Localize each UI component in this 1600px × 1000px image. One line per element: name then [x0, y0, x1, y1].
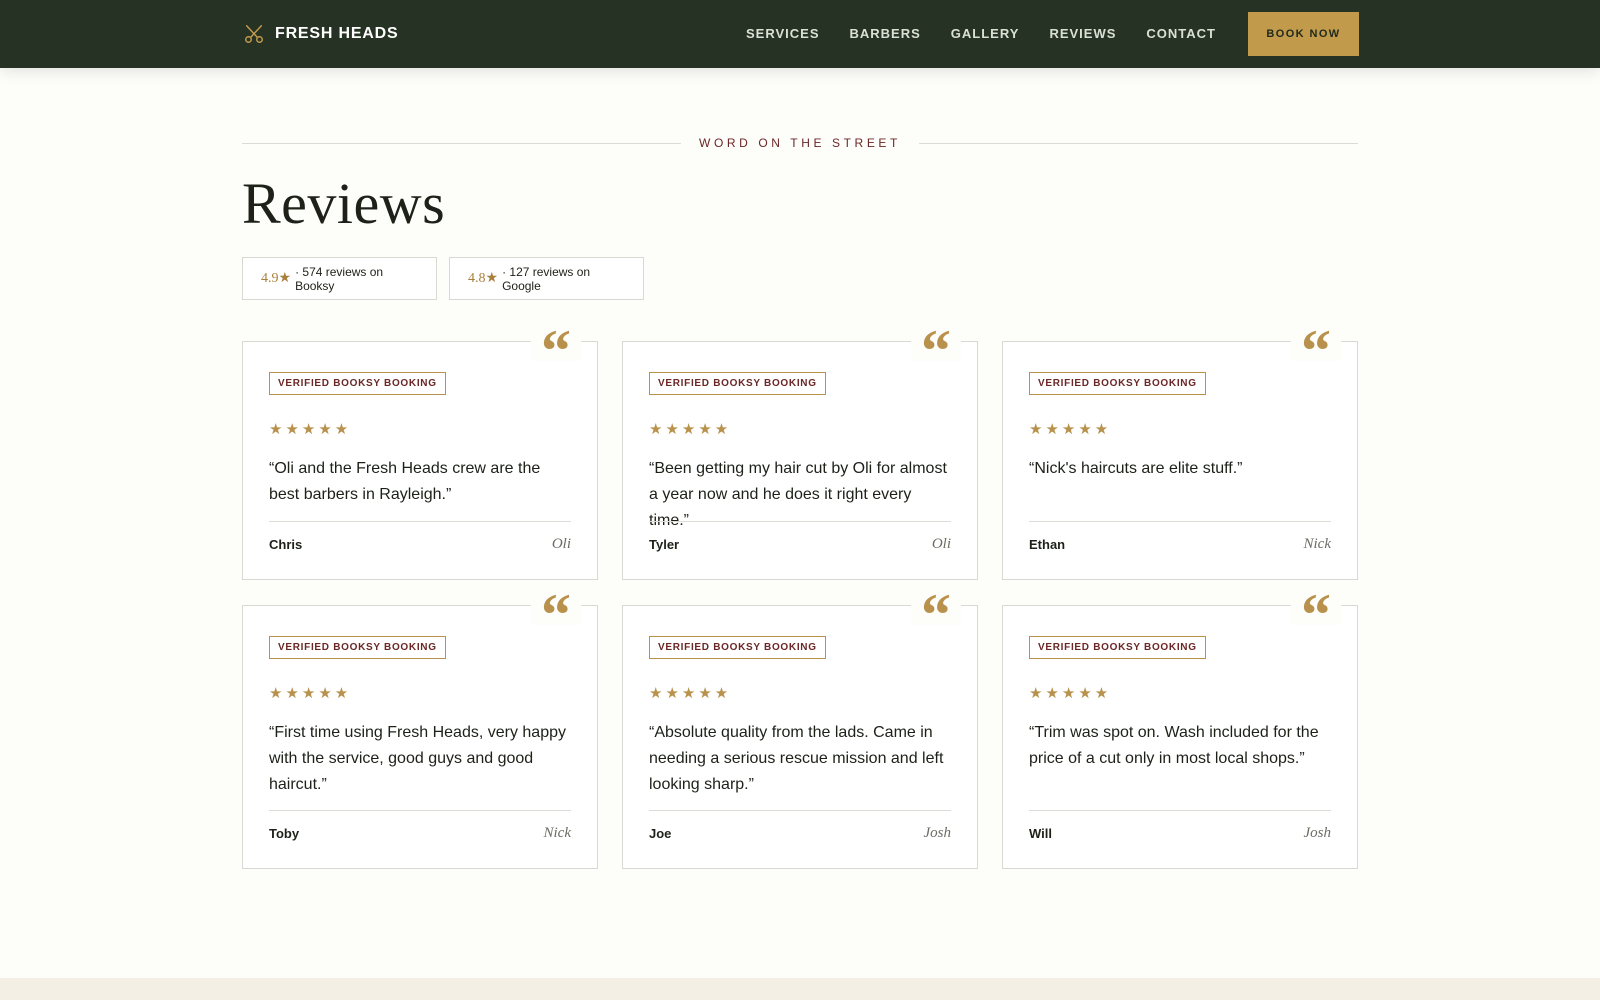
review-footer: Ethan Nick: [1029, 521, 1331, 553]
scissors-icon: [245, 25, 263, 43]
nav-link-services[interactable]: SERVICES: [746, 26, 820, 41]
book-now-button[interactable]: BOOK NOW: [1248, 12, 1359, 56]
star-rating: ★★★★★: [1029, 420, 1112, 438]
nav-link-gallery[interactable]: GALLERY: [951, 26, 1020, 41]
review-card: “ VERIFIED BOOKSY BOOKING ★★★★★ “Nick's …: [1002, 321, 1358, 580]
review-footer: Toby Nick: [269, 810, 571, 842]
rating-text: · 127 reviews on Google: [502, 264, 591, 293]
brand-logo[interactable]: FRESH HEADS: [243, 20, 398, 48]
reviewer-name: Toby: [269, 826, 300, 841]
rating-booksy[interactable]: 4.9★ · 574 reviews on Booksy: [242, 257, 437, 300]
review-text: “First time using Fresh Heads, very happ…: [269, 724, 566, 793]
barber-name: Nick: [1303, 536, 1332, 552]
review-footer: Joe Josh: [649, 810, 951, 842]
section-eyebrow: WORD ON THE STREET: [242, 133, 1359, 153]
review-card: “ VERIFIED BOOKSY BOOKING ★★★★★ “Oli and…: [242, 321, 598, 580]
divider-left: [242, 142, 682, 144]
page-title: Reviews: [242, 171, 446, 236]
top-navbar: FRESH HEADS SERVICES BARBERS GALLERY REV…: [0, 0, 1600, 68]
nav-link-contact[interactable]: CONTACT: [1146, 26, 1216, 41]
reviewer-name: Joe: [649, 826, 672, 841]
divider-right: [918, 142, 1359, 144]
barber-name: Nick: [543, 825, 572, 841]
quote-icon: “: [1291, 321, 1341, 381]
quote-icon: “: [531, 321, 581, 381]
barber-name: Oli: [551, 536, 571, 552]
barber-name: Josh: [923, 825, 952, 841]
rating-score: 4.9★: [261, 271, 292, 286]
review-text: “Trim was spot on. Wash included for the…: [1029, 724, 1319, 767]
star-rating: ★★★★★: [1029, 684, 1112, 702]
review-card: “ VERIFIED BOOKSY BOOKING ★★★★★ “First t…: [242, 585, 598, 869]
review-text: “Absolute quality from the lads. Came in…: [649, 724, 944, 793]
verified-badge: VERIFIED BOOKSY BOOKING: [1029, 636, 1206, 659]
quote-icon: “: [911, 321, 961, 381]
review-text: “Nick's haircuts are elite stuff.”: [1029, 460, 1243, 477]
rating-google[interactable]: 4.8★ · 127 reviews on Google: [449, 257, 644, 300]
nav-link-reviews[interactable]: REVIEWS: [1049, 26, 1116, 41]
review-card: “ VERIFIED BOOKSY BOOKING ★★★★★ “Been ge…: [622, 321, 978, 580]
quote-icon: “: [911, 585, 961, 645]
review-footer: Tyler Oli: [649, 521, 951, 553]
review-text: “Oli and the Fresh Heads crew are the be…: [269, 460, 541, 503]
brand-name: FRESH HEADS: [275, 25, 399, 42]
review-footer: Will Josh: [1029, 810, 1331, 842]
nav-menu: SERVICES BARBERS GALLERY REVIEWS CONTACT: [746, 26, 1216, 41]
review-card: “ VERIFIED BOOKSY BOOKING ★★★★★ “Absolut…: [622, 585, 978, 869]
quote-icon: “: [1291, 585, 1341, 645]
rating-text: · 574 reviews on Booksy: [295, 264, 384, 293]
star-rating: ★★★★★: [649, 684, 732, 702]
rating-score: 4.8★: [468, 271, 499, 286]
verified-badge: VERIFIED BOOKSY BOOKING: [1029, 372, 1206, 395]
star-rating: ★★★★★: [269, 420, 352, 438]
verified-badge: VERIFIED BOOKSY BOOKING: [269, 372, 446, 395]
nav-link-barbers[interactable]: BARBERS: [850, 26, 921, 41]
star-rating: ★★★★★: [649, 420, 732, 438]
verified-badge: VERIFIED BOOKSY BOOKING: [649, 636, 826, 659]
reviewer-name: Ethan: [1029, 537, 1066, 552]
verified-badge: VERIFIED BOOKSY BOOKING: [649, 372, 826, 395]
star-rating: ★★★★★: [269, 684, 352, 702]
reviewer-name: Tyler: [649, 537, 680, 552]
review-card: “ VERIFIED BOOKSY BOOKING ★★★★★ “Trim wa…: [1002, 585, 1358, 869]
barber-name: Oli: [931, 536, 951, 552]
footer-band: [0, 978, 1600, 1000]
verified-badge: VERIFIED BOOKSY BOOKING: [269, 636, 446, 659]
quote-icon: “: [531, 585, 581, 645]
eyebrow-text: WORD ON THE STREET: [699, 136, 901, 150]
review-footer: Chris Oli: [269, 521, 571, 553]
barber-name: Josh: [1303, 825, 1332, 841]
reviewer-name: Chris: [269, 537, 303, 552]
reviewer-name: Will: [1029, 826, 1052, 841]
